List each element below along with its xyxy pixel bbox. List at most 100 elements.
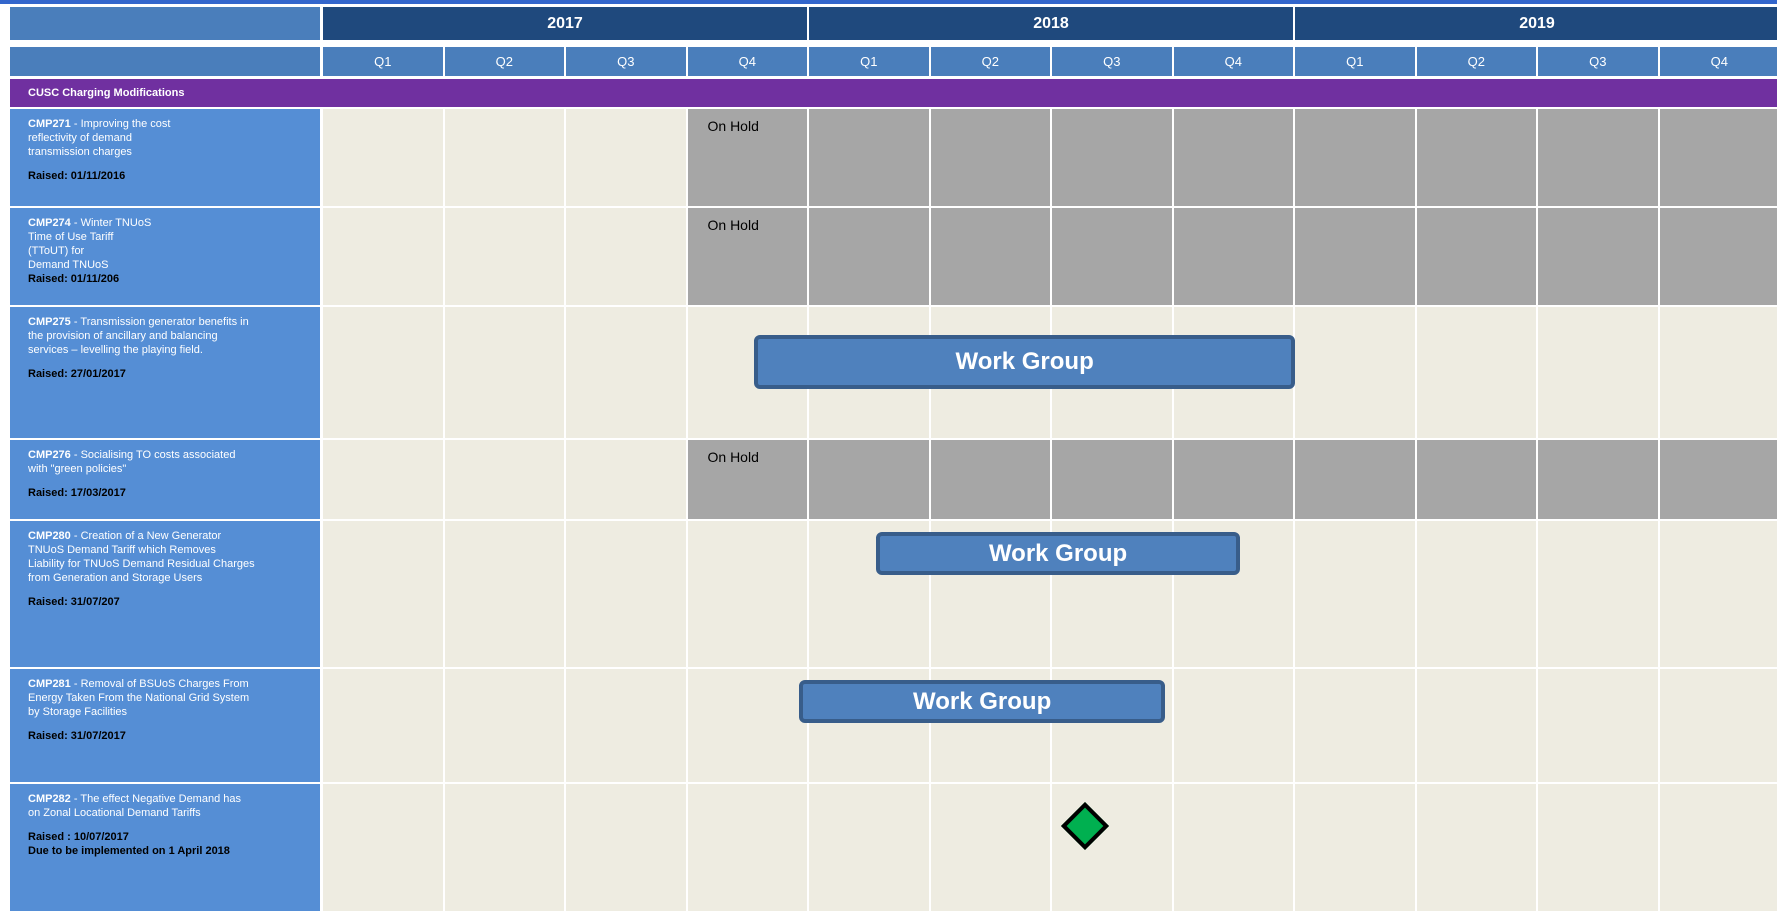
modification-description-line: - Creation of a New Generator xyxy=(73,530,222,542)
timeline-cell xyxy=(1659,669,1777,782)
raised-date: Raised: 31/07/2017 xyxy=(28,730,126,742)
timeline-cell xyxy=(323,669,443,782)
on-hold-label: On Hold xyxy=(707,217,759,233)
quarter-header: Q4 xyxy=(1173,47,1293,76)
raised-date: Raised: 27/01/2017 xyxy=(28,368,126,380)
year-header: 2018 xyxy=(809,7,1293,40)
timeline-cell xyxy=(323,109,443,206)
raised-date: Raised: 01/11/206 xyxy=(28,273,120,285)
modification-description-line: transmission charges xyxy=(28,146,132,158)
modification-description-line: Demand TNUoS xyxy=(28,259,109,271)
on-hold-cell xyxy=(809,440,929,519)
modification-code: CMP275 xyxy=(28,316,71,328)
timeline-cell xyxy=(566,669,686,782)
on-hold-cell xyxy=(1052,109,1172,206)
timeline-cell xyxy=(1295,669,1415,782)
modification-description-line: Time of Use Tariff xyxy=(28,231,114,243)
modification-description-line: Liability for TNUoS Demand Residual Char… xyxy=(28,558,255,570)
timeline-cell xyxy=(566,208,686,305)
modification-code: CMP282 xyxy=(28,793,71,805)
quarter-header: Q4 xyxy=(687,47,807,76)
timeline-cell xyxy=(1659,784,1777,911)
on-hold-cell xyxy=(930,440,1050,519)
raised-date: Raised: 01/11/2016 xyxy=(28,170,126,182)
quarter-header: Q2 xyxy=(930,47,1050,76)
modification-description-line: services – levelling the playing field. xyxy=(28,344,203,356)
on-hold-cell xyxy=(1659,440,1777,519)
modification-description-line: from Generation and Storage Users xyxy=(28,572,203,584)
modification-description-line: - Improving the cost xyxy=(73,118,171,130)
quarter-header: Q4 xyxy=(1659,47,1777,76)
modification-label: CMP276 - Socialising TO costs associated… xyxy=(10,440,320,519)
timeline-cell xyxy=(1538,669,1658,782)
on-hold-cell xyxy=(1295,440,1415,519)
work-group-bar: Work Group xyxy=(754,335,1295,389)
on-hold-cell xyxy=(809,109,929,206)
timeline-cell xyxy=(687,521,807,667)
on-hold-cell xyxy=(1416,208,1536,305)
quarter-header: Q3 xyxy=(566,47,686,76)
modification-description-line: - Socialising TO costs associated xyxy=(73,449,236,461)
on-hold-cell xyxy=(809,208,929,305)
timeline-cell xyxy=(1173,669,1293,782)
timeline-cell xyxy=(566,521,686,667)
on-hold-cell xyxy=(1173,208,1293,305)
modification-description-line: the provision of ancillary and balancing xyxy=(28,330,218,342)
timeline-cell xyxy=(1173,784,1293,911)
modification-description-line: - Removal of BSUoS Charges From xyxy=(73,678,249,690)
quarter-header: Q3 xyxy=(1052,47,1172,76)
modification-description-line: with "green policies" xyxy=(28,463,127,475)
timeline-cell xyxy=(1416,784,1536,911)
modification-description-line: (TToUT) for xyxy=(28,245,85,257)
implementation-note: Due to be implemented on 1 April 2018 xyxy=(28,845,230,857)
timeline-cell xyxy=(566,440,686,519)
timeline-cell xyxy=(444,440,564,519)
on-hold-cell xyxy=(1295,208,1415,305)
on-hold-cell xyxy=(1659,109,1777,206)
timeline-cell xyxy=(1295,521,1415,667)
timeline-cell xyxy=(1295,307,1415,438)
work-group-bar: Work Group xyxy=(799,680,1165,723)
modification-label: CMP274 - Winter TNUoS Time of Use Tariff (… xyxy=(10,208,320,305)
raised-date: Raised: 17/03/2017 xyxy=(28,487,126,499)
quarter-header: Q1 xyxy=(1295,47,1415,76)
on-hold-cell xyxy=(930,109,1050,206)
section-header: CUSC Charging Modifications xyxy=(10,79,1777,107)
timeline-cell xyxy=(323,208,443,305)
timeline-cell xyxy=(1295,784,1415,911)
timeline-cell xyxy=(930,784,1050,911)
modification-description-line: Energy Taken From the National Grid Syst… xyxy=(28,692,250,704)
title-strip xyxy=(0,0,1777,4)
timeline-cell xyxy=(1416,307,1536,438)
quarter-header-corner xyxy=(10,47,320,76)
year-header-corner xyxy=(10,7,320,40)
on-hold-cell xyxy=(1416,440,1536,519)
modification-label: CMP271 - Improving the cost reflectivity … xyxy=(10,109,320,206)
on-hold-label: On Hold xyxy=(707,118,759,134)
on-hold-cell xyxy=(1295,109,1415,206)
quarter-header: Q1 xyxy=(809,47,929,76)
timeline-cell xyxy=(323,521,443,667)
modification-description-line: reflectivity of demand xyxy=(28,132,132,144)
on-hold-cell xyxy=(930,208,1050,305)
modification-code: CMP281 xyxy=(28,678,71,690)
timeline-cell xyxy=(1416,521,1536,667)
timeline-cell xyxy=(1416,669,1536,782)
timeline-cell xyxy=(444,784,564,911)
timeline-cell xyxy=(809,784,929,911)
timeline-cell xyxy=(444,521,564,667)
quarter-header: Q1 xyxy=(323,47,443,76)
modification-description-line: - Winter TNUoS xyxy=(73,217,152,229)
modification-code: CMP271 xyxy=(28,118,71,130)
on-hold-cell xyxy=(1416,109,1536,206)
modification-description-line: TNUoS Demand Tariff which Removes xyxy=(28,544,216,556)
on-hold-label: On Hold xyxy=(707,449,759,465)
timeline-cell xyxy=(1659,521,1777,667)
modification-description-line: - Transmission generator benefits in xyxy=(73,316,249,328)
modification-description-line: on Zonal Locational Demand Tariffs xyxy=(28,807,201,819)
work-group-bar: Work Group xyxy=(875,532,1241,575)
timeline-cell xyxy=(566,109,686,206)
on-hold-cell xyxy=(1173,109,1293,206)
raised-date: Raised: 31/07/207 xyxy=(28,596,120,608)
on-hold-cell xyxy=(1538,109,1658,206)
